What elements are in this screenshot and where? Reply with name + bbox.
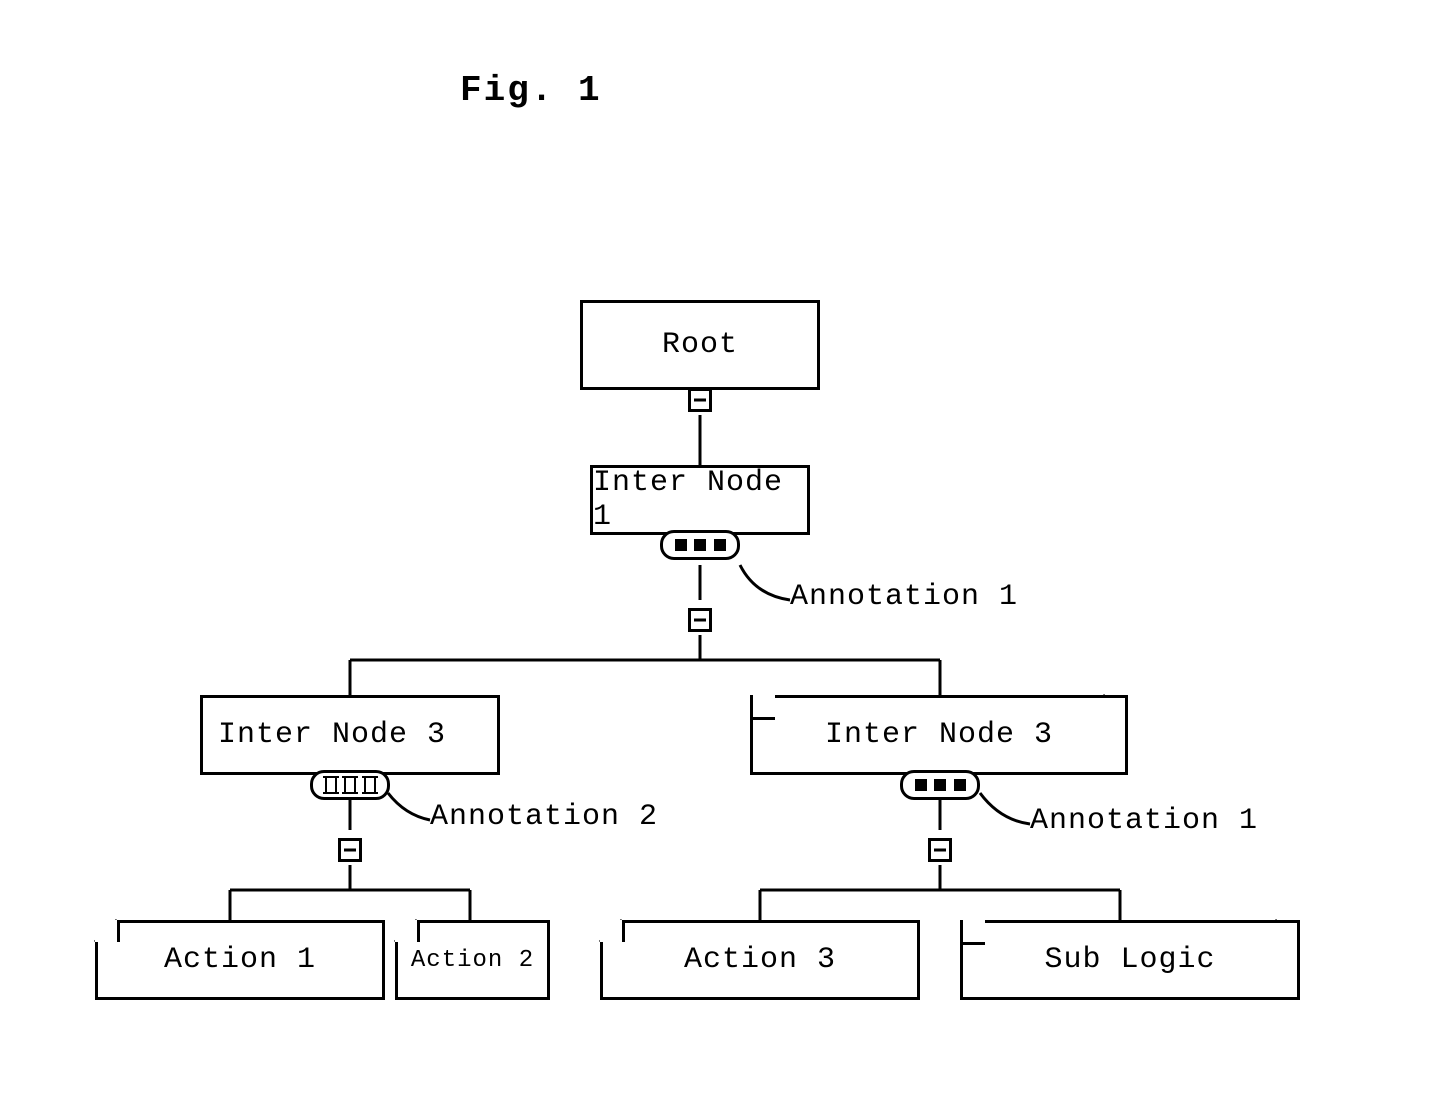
marker-dot [714, 539, 726, 551]
marker-dot [694, 539, 706, 551]
marker-dot [915, 779, 927, 791]
root-label: Root [662, 328, 738, 362]
inter3-right-label: Inter Node 3 [825, 718, 1053, 752]
collapse-icon [928, 838, 952, 862]
collapse-icon [338, 838, 362, 862]
sublogic-label: Sub Logic [1044, 943, 1215, 977]
action-3-node: Action 3 [600, 920, 920, 1000]
cut-corner-icon [95, 920, 120, 942]
inter3-left-label: Inter Node 3 [218, 718, 446, 752]
annotation-1-marker [660, 530, 740, 560]
folded-corner-icon [960, 920, 985, 945]
cut-corner-icon [600, 920, 625, 942]
marker-open [364, 776, 376, 794]
action1-label: Action 1 [164, 943, 316, 977]
annotation-2-marker [310, 770, 390, 800]
cut-corner-icon [395, 920, 420, 942]
figure-title: Fig. 1 [460, 70, 602, 111]
annotation-1-right-label: Annotation 1 [1030, 804, 1258, 838]
folded-corner-icon [750, 695, 775, 720]
inter-node-3-left: Inter Node 3 [200, 695, 500, 775]
marker-dot [675, 539, 687, 551]
marker-dot [934, 779, 946, 791]
marker-open [325, 776, 337, 794]
action-2-node: Action 2 [395, 920, 550, 1000]
collapse-icon [688, 608, 712, 632]
sub-logic-node: Sub Logic [960, 920, 1300, 1000]
annotation-1-marker-right [900, 770, 980, 800]
collapse-icon [688, 388, 712, 412]
marker-open [344, 776, 356, 794]
action2-label: Action 2 [411, 947, 534, 974]
inter-node-3-right: Inter Node 3 [750, 695, 1128, 775]
action-1-node: Action 1 [95, 920, 385, 1000]
inter-node-1: Inter Node 1 [590, 465, 810, 535]
marker-dot [954, 779, 966, 791]
inter1-label: Inter Node 1 [593, 466, 807, 534]
annotation-1-label: Annotation 1 [790, 580, 1018, 614]
root-node: Root [580, 300, 820, 390]
annotation-2-label: Annotation 2 [430, 800, 658, 834]
action3-label: Action 3 [684, 943, 836, 977]
